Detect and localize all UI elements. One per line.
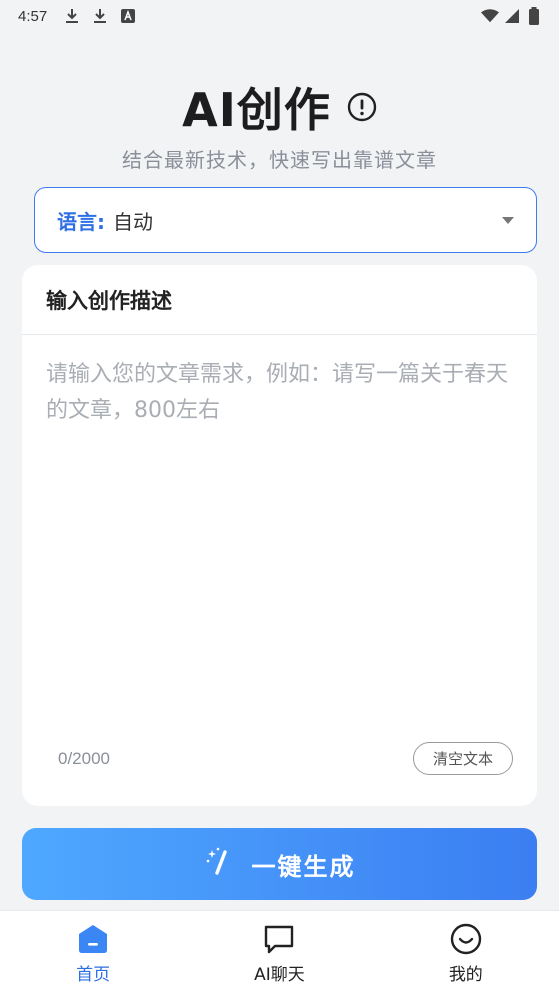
caret-down-icon [502, 216, 514, 224]
smile-icon [449, 922, 483, 956]
language-select[interactable]: 语言: 自动 [34, 187, 537, 253]
page-header: AI创作 结合最新技术，快速写出靠谱文章 [0, 74, 559, 173]
description-card: 输入创作描述 0/2000 清空文本 [22, 265, 537, 806]
status-left: 4:57 [18, 7, 137, 25]
wifi-icon [481, 7, 499, 25]
page-title: AI创作 [182, 83, 331, 137]
nav-home[interactable]: 首页 [23, 922, 163, 985]
description-input[interactable] [46, 357, 516, 737]
signal-icon [503, 7, 521, 25]
nav-home-label: 首页 [76, 964, 111, 985]
char-counter: 0/2000 [58, 749, 110, 768]
card-header: 输入创作描述 [22, 265, 537, 335]
info-icon[interactable] [347, 92, 377, 122]
chat-icon [262, 922, 296, 956]
status-bar: 4:57 [0, 0, 559, 32]
page-subtitle: 结合最新技术，快速写出靠谱文章 [122, 148, 437, 172]
language-value: 自动 [113, 209, 153, 234]
home-icon [76, 922, 110, 956]
card-title: 输入创作描述 [46, 288, 172, 313]
nav-mine[interactable]: 我的 [396, 922, 536, 985]
generate-label: 一键生成 [251, 852, 356, 881]
generate-button[interactable]: 一键生成 [22, 828, 537, 900]
language-label: 语言: [57, 209, 105, 234]
app-screen: 4:57 AI创作 结合最新技术，快速写出靠谱文章 语言: 自动 输入创作描述 … [0, 0, 559, 995]
nav-ai-chat-label: AI聊天 [254, 964, 305, 985]
title-row: AI创作 [0, 74, 559, 140]
nav-mine-label: 我的 [448, 964, 483, 985]
clear-text-button[interactable]: 清空文本 [413, 742, 513, 775]
bottom-nav: 首页 AI聊天 我的 [0, 910, 559, 995]
text-a-icon [119, 7, 137, 25]
battery-icon [525, 7, 543, 25]
download-icon [63, 7, 81, 25]
nav-ai-chat[interactable]: AI聊天 [209, 922, 349, 985]
status-time: 4:57 [18, 7, 48, 25]
magic-wand-icon [204, 846, 236, 883]
download-icon [91, 7, 109, 25]
status-right [481, 7, 543, 25]
